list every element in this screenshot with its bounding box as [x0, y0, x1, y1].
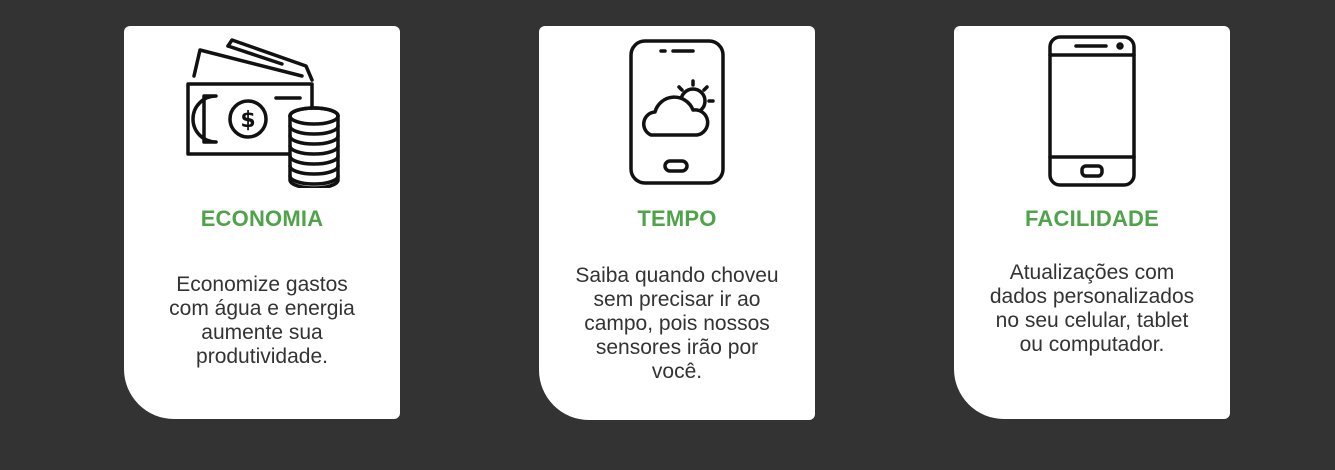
card-title: FACILIDADE — [1025, 206, 1159, 231]
card-title: TEMPO — [637, 206, 717, 231]
phone-weather-icon — [539, 36, 815, 188]
svg-text:$: $ — [240, 108, 255, 133]
card-title: ECONOMIA — [200, 206, 324, 231]
smartphone-icon — [954, 35, 1230, 188]
feature-card-tempo: TEMPO Saiba quando choveu sem precisar i… — [539, 26, 815, 420]
feature-card-economia: $ ECONOMIA Economize gastos com água e e… — [124, 26, 400, 419]
money-coins-icon: $ — [124, 36, 400, 188]
feature-card-facilidade: FACILIDADE Atualizações com dados person… — [954, 26, 1230, 419]
card-description: Saiba quando choveu sem precisar ir ao c… — [575, 264, 779, 383]
card-description: Economize gastos com água e energia aume… — [169, 273, 355, 368]
card-description: Atualizações com dados personalizados no… — [989, 261, 1195, 356]
